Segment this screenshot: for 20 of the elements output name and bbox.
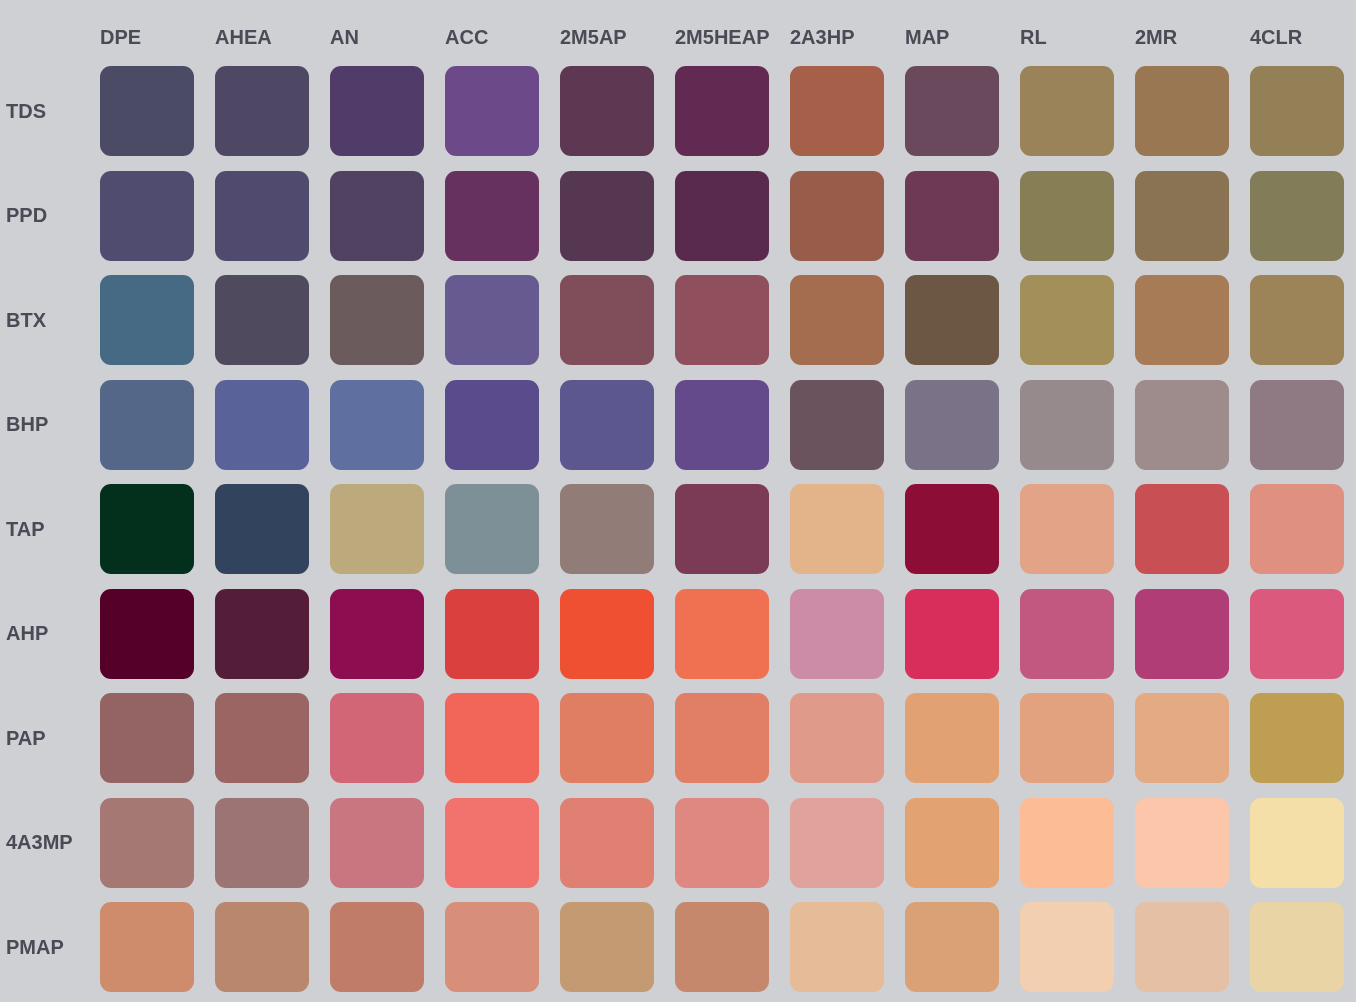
column-header: 2M5AP [560, 25, 628, 49]
column-header: 2M5HEAP [675, 25, 769, 49]
column-header: 4CLR [1250, 25, 1304, 49]
row-label: TAP [6, 517, 46, 541]
column-header: AHEA [215, 25, 273, 49]
row-label: BTX [6, 308, 47, 332]
column-header: AN [330, 25, 360, 49]
column-header: 2MR [1135, 25, 1179, 49]
row-label: PAP [6, 726, 47, 750]
column-header: 2A3HP [790, 25, 856, 49]
column-header: DPE [100, 25, 143, 49]
row-label: 4A3MP [6, 831, 74, 854]
row-label: TDS [6, 99, 47, 123]
row-label: PPD [6, 204, 49, 227]
column-header: ACC [445, 25, 490, 49]
column-header: RL [1020, 25, 1048, 49]
row-label: AHP [6, 622, 50, 645]
column-header: MAP [905, 25, 951, 49]
row-label: BHP [6, 413, 50, 436]
row-label: PMAP [6, 935, 65, 959]
